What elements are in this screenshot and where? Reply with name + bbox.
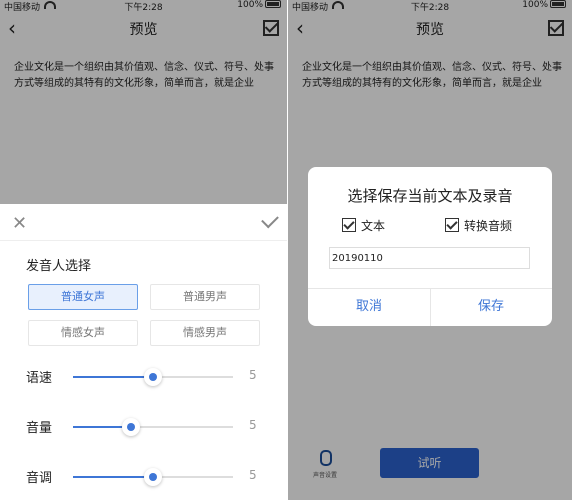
pitch-slider[interactable]: [73, 468, 233, 486]
speed-slider-knob[interactable]: [144, 368, 162, 386]
sheet-divider: [0, 240, 287, 241]
voice-heading: 发音人选择: [26, 259, 92, 274]
save-dialog-screen: 中国移动 下午2:28 100% ‹ 预览 企业文化是一个组织由其价值观、信念、…: [288, 0, 572, 500]
save-button[interactable]: 保存: [430, 288, 552, 326]
speed-slider-fill: [73, 376, 153, 378]
voice-option-emotional-female[interactable]: 情感女声: [28, 320, 138, 346]
volume-slider[interactable]: [73, 418, 233, 436]
voice-option-emotional-male[interactable]: 情感男声: [150, 320, 260, 346]
voice-option-normal-male[interactable]: 普通男声: [150, 284, 260, 310]
save-audio-label: 转换音频: [464, 219, 513, 233]
save-dialog: 选择保存当前文本及录音 文本 转换音频 20190110 取消 保存: [308, 167, 552, 326]
close-icon[interactable]: ✕: [12, 213, 27, 234]
filename-input[interactable]: 20190110: [329, 247, 530, 269]
pitch-value: 5: [249, 468, 257, 482]
checkbox-checked-icon[interactable]: [342, 218, 356, 232]
volume-slider-knob[interactable]: [121, 418, 140, 436]
checkbox-checked-icon[interactable]: [445, 218, 459, 232]
voice-option-normal-female[interactable]: 普通女声: [28, 284, 138, 310]
volume-label: 音量: [26, 421, 53, 436]
speed-slider[interactable]: [73, 368, 233, 386]
voice-settings-screen: 中国移动 下午2:28 100% ‹ 预览 企业文化是一个组织由其价值观、信念、…: [0, 0, 287, 500]
pitch-slider-fill: [73, 476, 153, 478]
save-text-checkbox[interactable]: 文本: [342, 217, 385, 234]
pitch-slider-knob[interactable]: [144, 468, 162, 486]
voice-settings-sheet: ✕ 发音人选择 普通女声 普通男声 情感女声 情感男声 语速 5 音量 5 音调…: [0, 204, 287, 500]
speed-value: 5: [249, 368, 257, 382]
save-text-label: 文本: [361, 219, 386, 233]
check-icon[interactable]: [261, 210, 279, 229]
dialog-title: 选择保存当前文本及录音: [347, 187, 513, 205]
cancel-button[interactable]: 取消: [308, 288, 430, 326]
save-audio-checkbox[interactable]: 转换音频: [445, 217, 512, 234]
volume-value: 5: [249, 418, 257, 432]
speed-label: 语速: [26, 371, 53, 386]
pitch-label: 音调: [26, 471, 53, 486]
